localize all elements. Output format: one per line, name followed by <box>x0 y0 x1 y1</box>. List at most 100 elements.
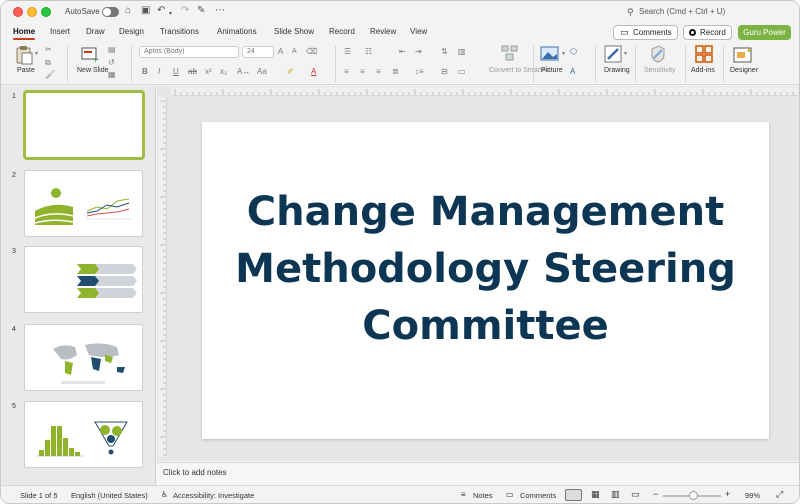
notes-pane[interactable]: Click to add notes <box>157 462 799 485</box>
drawing-icon[interactable] <box>604 45 622 63</box>
zoom-window-button[interactable] <box>41 7 51 17</box>
underline-icon[interactable]: U <box>173 67 179 77</box>
tab-review[interactable]: Review <box>370 27 396 36</box>
close-window-button[interactable] <box>13 7 23 17</box>
zoom-in-icon[interactable]: + <box>725 489 730 499</box>
justify-icon[interactable]: ≣ <box>392 67 399 77</box>
undo-dropdown-chevron-icon[interactable]: ▾ <box>169 8 172 20</box>
tab-draw[interactable]: Draw <box>86 27 105 36</box>
layout-icon[interactable]: ▤ <box>108 45 116 55</box>
new-slide-icon[interactable]: + <box>81 46 99 62</box>
cut-icon[interactable]: ✂ <box>45 45 52 55</box>
tab-home[interactable]: Home <box>13 27 35 36</box>
notes-toggle[interactable]: Notes <box>473 491 493 500</box>
paste-icon[interactable] <box>15 45 33 65</box>
minimize-window-button[interactable] <box>27 7 37 17</box>
line-spacing-icon[interactable]: ↕≡ <box>415 67 424 77</box>
font-color-icon[interactable]: A <box>311 67 316 77</box>
decrease-font-size-icon[interactable]: A <box>292 47 297 57</box>
increase-indent-icon[interactable]: ⇥ <box>415 47 422 57</box>
decrease-indent-icon[interactable]: ⇤ <box>399 47 406 57</box>
reading-view-icon[interactable]: ▥ <box>611 489 620 500</box>
slide-thumbnail-3[interactable] <box>24 246 143 313</box>
highlight-icon[interactable]: ✐ <box>287 67 294 77</box>
tab-transitions[interactable]: Transitions <box>160 27 199 36</box>
sensitivity-icon[interactable] <box>650 45 666 63</box>
more-commands-icon[interactable]: ⋯ <box>215 5 225 17</box>
slide-sorter-icon[interactable]: ▦ <box>591 489 600 500</box>
comments-button[interactable]: ▭ Comments <box>613 25 678 40</box>
normal-view-button[interactable] <box>565 489 582 501</box>
vertical-ruler[interactable] <box>158 97 167 457</box>
tab-design[interactable]: Design <box>119 27 144 36</box>
comments-toggle[interactable]: Comments <box>520 491 556 500</box>
horizontal-ruler[interactable] <box>171 87 798 96</box>
tab-animations[interactable]: Animations <box>217 27 257 36</box>
redo-icon[interactable]: ↷ <box>181 5 189 17</box>
slide-thumbnails-pane: 1 2 3 4 5 <box>1 86 156 485</box>
align-left-icon[interactable]: ≡ <box>344 67 349 77</box>
zoom-level[interactable]: 99% <box>745 491 760 500</box>
paste-dropdown-chevron-icon[interactable]: ▾ <box>35 49 38 59</box>
designer-label: Designer <box>730 67 759 74</box>
format-painter-icon[interactable]: 🖌 <box>45 70 55 80</box>
shapes-icon[interactable]: ⬡ <box>570 47 577 57</box>
guru-power-button[interactable]: Guru Power <box>738 25 791 40</box>
accessibility-status[interactable]: Accessibility: Investigate <box>173 491 254 500</box>
bold-icon[interactable]: B <box>142 67 148 77</box>
zoom-slider-handle[interactable] <box>689 491 698 500</box>
drawing-dropdown-chevron-icon[interactable]: ▾ <box>624 49 627 59</box>
superscript-icon[interactable]: x² <box>205 67 212 77</box>
section-icon[interactable]: ▦ <box>108 70 116 80</box>
italic-icon[interactable]: I <box>158 67 160 77</box>
slide-thumbnail-4[interactable] <box>24 324 143 391</box>
font-size-combo[interactable]: 24 <box>242 46 274 58</box>
font-name-combo[interactable]: Aptos (Body) <box>139 46 239 58</box>
current-slide[interactable]: Change Management Methodology Steering C… <box>202 122 769 439</box>
search-input[interactable]: Search (Cmd + Ctrl + U) <box>639 7 725 16</box>
record-button[interactable]: Record <box>683 25 732 40</box>
slide-thumbnail-2[interactable] <box>24 170 143 237</box>
numbering-icon[interactable]: ☷ <box>365 47 372 57</box>
picture-dropdown-chevron-icon[interactable]: ▾ <box>562 49 565 59</box>
reset-icon[interactable]: ↺ <box>108 58 115 68</box>
align-text-icon[interactable]: ⊟ <box>441 67 448 77</box>
columns-icon[interactable]: ▥ <box>458 47 466 57</box>
copy-icon[interactable]: ⧉ <box>45 58 51 68</box>
clear-formatting-icon[interactable]: ⌫ <box>306 47 317 57</box>
text-box-icon[interactable]: ▭ <box>458 67 466 77</box>
tab-slide-show[interactable]: Slide Show <box>274 27 314 36</box>
slide-title[interactable]: Change Management Methodology Steering C… <box>202 184 769 355</box>
fit-to-window-icon[interactable]: ⤢ <box>776 489 783 500</box>
tab-record[interactable]: Record <box>329 27 355 36</box>
tab-view[interactable]: View <box>410 27 427 36</box>
bullets-icon[interactable]: ☰ <box>344 47 351 57</box>
slide-counter: Slide 1 of 5 <box>20 491 58 500</box>
ribbon-separator <box>335 46 336 82</box>
undo-icon[interactable]: ↶ <box>157 5 165 17</box>
subscript-icon[interactable]: x₂ <box>220 67 227 77</box>
language-indicator[interactable]: English (United States) <box>71 491 148 500</box>
addins-icon[interactable] <box>695 45 713 63</box>
format-painter-quick-icon[interactable]: ✎ <box>197 5 205 17</box>
tab-insert[interactable]: Insert <box>50 27 70 36</box>
strikethrough-icon[interactable]: ab <box>188 67 197 77</box>
slide-thumbnail-5[interactable] <box>24 401 143 468</box>
align-right-icon[interactable]: ≡ <box>376 67 381 77</box>
align-center-icon[interactable]: ≡ <box>360 67 365 77</box>
zoom-out-icon[interactable]: − <box>653 489 658 499</box>
svg-text:✦: ✦ <box>746 47 752 55</box>
picture-icon[interactable] <box>540 45 560 62</box>
designer-icon[interactable]: ✦ <box>733 45 753 63</box>
text-direction-icon[interactable]: ⇅ <box>441 47 448 57</box>
save-icon[interactable]: ▣ <box>141 5 150 17</box>
home-icon[interactable]: ⌂ <box>125 5 131 17</box>
character-spacing-icon[interactable]: A↔ <box>237 67 250 77</box>
insert-text-box-icon[interactable]: A <box>570 67 575 77</box>
autosave-toggle[interactable] <box>102 7 119 17</box>
increase-font-size-icon[interactable]: A <box>278 47 283 57</box>
convert-smartart-icon[interactable] <box>501 45 519 61</box>
slide-thumbnail-1[interactable] <box>23 90 145 160</box>
slide-show-icon[interactable]: ▭ <box>631 489 640 500</box>
change-case-icon[interactable]: Aa <box>257 67 267 77</box>
